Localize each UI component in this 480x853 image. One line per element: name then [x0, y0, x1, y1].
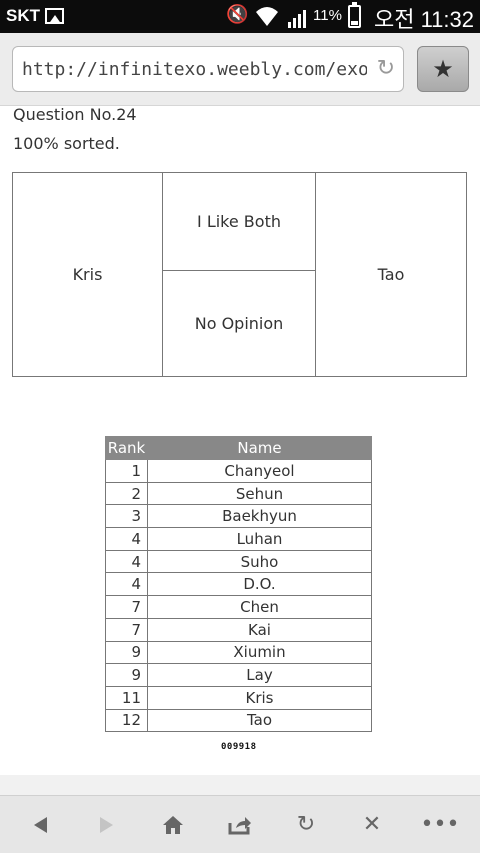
- battery-icon: [348, 2, 361, 28]
- more-icon: •••: [420, 812, 460, 837]
- bookmark-button[interactable]: ★: [417, 46, 469, 92]
- question-number: Question No.24: [13, 105, 137, 124]
- back-arrow-icon: [34, 817, 47, 833]
- home-button[interactable]: [143, 796, 203, 853]
- table-row: 4 Suho: [105, 549, 372, 574]
- name-cell: Chanyeol: [147, 459, 372, 483]
- reload-icon: ↻: [296, 812, 316, 837]
- table-row: 9 Xiumin: [105, 640, 372, 665]
- rank-cell: 9: [105, 640, 148, 665]
- reload-button[interactable]: ↻: [276, 796, 336, 853]
- table-header-row: Rank Name: [105, 436, 372, 460]
- carrier-label: SKT: [6, 6, 40, 25]
- name-cell: Kai: [147, 617, 372, 642]
- name-cell: Sehun: [147, 481, 372, 506]
- choice-right-label: Tao: [377, 265, 405, 284]
- more-menu-button[interactable]: •••: [410, 796, 470, 853]
- choice-right-button[interactable]: Tao: [315, 172, 467, 377]
- rank-cell: 3: [105, 504, 148, 529]
- table-row: 4 Luhan: [105, 527, 372, 551]
- share-button[interactable]: [210, 796, 270, 853]
- rank-cell: 9: [105, 663, 148, 687]
- name-cell: Tao: [147, 708, 372, 733]
- address-bar[interactable]: http://infinitexo.weebly.com/exo.h ↻: [12, 46, 404, 92]
- mute-icon: 🔇: [226, 4, 249, 25]
- refresh-icon[interactable]: ↻: [377, 56, 395, 81]
- forward-button[interactable]: [77, 796, 137, 853]
- battery-percent: 11%: [313, 7, 342, 24]
- close-button[interactable]: ✕: [342, 796, 402, 853]
- star-icon: ★: [432, 55, 454, 83]
- choice-both-label: I Like Both: [197, 212, 281, 231]
- rank-cell: 2: [105, 481, 148, 506]
- name-cell: D.O.: [147, 572, 372, 597]
- rank-cell: 4: [105, 572, 148, 597]
- sort-progress: 100% sorted.: [13, 134, 120, 153]
- wifi-icon: [256, 7, 278, 26]
- choice-both-button[interactable]: I Like Both: [162, 172, 316, 271]
- status-bar: SKT 🔇 11% 오전 11:32: [0, 0, 480, 33]
- name-header: Name: [147, 436, 372, 460]
- table-row: 1 Chanyeol: [105, 459, 372, 483]
- gallery-notification-icon: [45, 8, 64, 24]
- back-button[interactable]: [10, 796, 70, 853]
- table-row: 7 Kai: [105, 617, 372, 642]
- rank-header: Rank: [105, 436, 148, 460]
- signal-icon: [288, 10, 306, 28]
- clock: 오전 11:32: [373, 7, 474, 32]
- browser-address-area: http://infinitexo.weebly.com/exo.h ↻ ★: [0, 33, 480, 106]
- table-row: 2 Sehun: [105, 481, 372, 506]
- table-row: 11 Kris: [105, 685, 372, 710]
- ranking-table: Rank Name 1 Chanyeol 2 Sehun 3 Baekhyun 4 Lu…: [105, 436, 372, 733]
- name-cell: Xiumin: [147, 640, 372, 665]
- choice-none-label: No Opinion: [194, 314, 284, 333]
- table-row: 3 Baekhyun: [105, 504, 372, 529]
- table-row: 7 Chen: [105, 595, 372, 619]
- name-cell: Lay: [147, 663, 372, 687]
- name-cell: Luhan: [147, 527, 372, 551]
- url-text[interactable]: http://infinitexo.weebly.com/exo.h: [22, 59, 367, 80]
- rank-cell: 12: [105, 708, 148, 733]
- rank-cell: 7: [105, 617, 148, 642]
- choice-left-label: Kris: [72, 265, 103, 284]
- home-icon: [163, 816, 183, 834]
- close-icon: ✕: [362, 812, 382, 837]
- visit-counter: 009918: [221, 742, 257, 752]
- rank-cell: 4: [105, 549, 148, 574]
- table-row: 4 D.O.: [105, 572, 372, 597]
- name-cell: Chen: [147, 595, 372, 619]
- choice-none-button[interactable]: No Opinion: [162, 270, 316, 377]
- forward-arrow-icon: [100, 817, 113, 833]
- name-cell: Suho: [147, 549, 372, 574]
- rank-cell: 11: [105, 685, 148, 710]
- choice-left-button[interactable]: Kris: [12, 172, 163, 377]
- rank-cell: 4: [105, 527, 148, 551]
- table-row: 12 Tao: [105, 708, 372, 733]
- rank-cell: 1: [105, 459, 148, 483]
- share-icon: [228, 817, 251, 835]
- name-cell: Baekhyun: [147, 504, 372, 529]
- table-row: 9 Lay: [105, 663, 372, 687]
- browser-toolbar: ↻ ✕ •••: [0, 795, 480, 853]
- page-footer-band: [0, 775, 480, 795]
- rank-cell: 7: [105, 595, 148, 619]
- name-cell: Kris: [147, 685, 372, 710]
